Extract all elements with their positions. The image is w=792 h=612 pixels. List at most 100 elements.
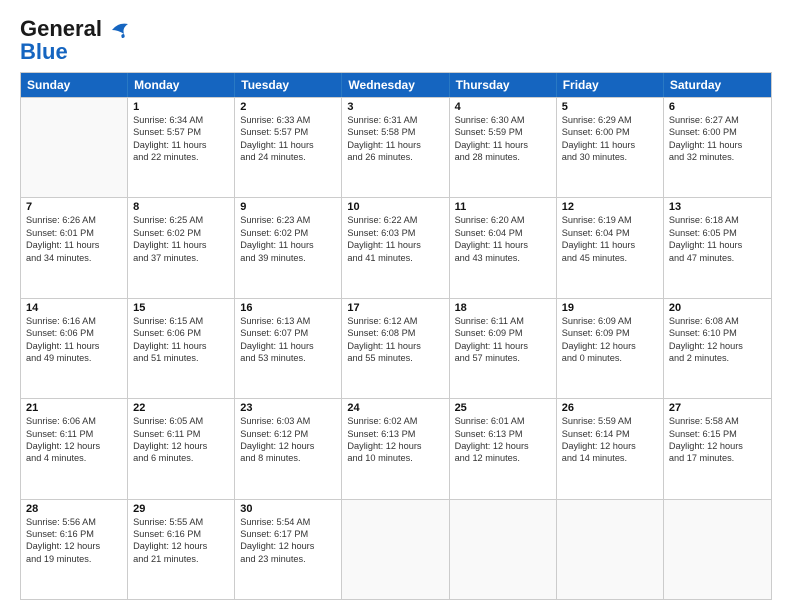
cell-info-line: Daylight: 11 hours: [133, 340, 229, 352]
cell-info-line: Sunrise: 6:12 AM: [347, 315, 443, 327]
cell-info-line: Sunset: 6:00 PM: [669, 126, 766, 138]
cell-info-line: Daylight: 11 hours: [240, 340, 336, 352]
cal-cell: 12Sunrise: 6:19 AMSunset: 6:04 PMDayligh…: [557, 198, 664, 297]
cell-info-line: and 32 minutes.: [669, 151, 766, 163]
cell-info-line: Sunrise: 6:19 AM: [562, 214, 658, 226]
cell-info-line: Daylight: 11 hours: [133, 239, 229, 251]
cell-info-line: and 10 minutes.: [347, 452, 443, 464]
cell-info-line: Daylight: 12 hours: [669, 440, 766, 452]
logo-bird-icon: [104, 20, 130, 40]
cell-info-line: Sunrise: 5:59 AM: [562, 415, 658, 427]
day-number: 25: [455, 402, 551, 414]
cal-cell: [450, 500, 557, 599]
cell-info-line: Sunrise: 5:54 AM: [240, 516, 336, 528]
cell-info-line: Sunrise: 6:08 AM: [669, 315, 766, 327]
cell-info-line: Sunrise: 6:22 AM: [347, 214, 443, 226]
logo-blue: Blue: [20, 39, 68, 64]
cell-info-line: Sunrise: 6:09 AM: [562, 315, 658, 327]
cell-info-line: and 45 minutes.: [562, 252, 658, 264]
day-number: 16: [240, 302, 336, 314]
cell-info-line: Sunset: 6:13 PM: [455, 428, 551, 440]
day-number: 4: [455, 101, 551, 113]
cell-info-line: and 43 minutes.: [455, 252, 551, 264]
cal-cell: 20Sunrise: 6:08 AMSunset: 6:10 PMDayligh…: [664, 299, 771, 398]
cell-info-line: Sunset: 6:04 PM: [562, 227, 658, 239]
cal-cell: 14Sunrise: 6:16 AMSunset: 6:06 PMDayligh…: [21, 299, 128, 398]
cell-info-line: Daylight: 11 hours: [562, 139, 658, 151]
cell-info-line: Sunrise: 6:20 AM: [455, 214, 551, 226]
cal-header-tuesday: Tuesday: [235, 73, 342, 97]
cell-info-line: and 26 minutes.: [347, 151, 443, 163]
cell-info-line: and 53 minutes.: [240, 352, 336, 364]
cal-header-saturday: Saturday: [664, 73, 771, 97]
cal-week-4: 21Sunrise: 6:06 AMSunset: 6:11 PMDayligh…: [21, 398, 771, 498]
day-number: 3: [347, 101, 443, 113]
day-number: 17: [347, 302, 443, 314]
cell-info-line: Sunrise: 6:18 AM: [669, 214, 766, 226]
cell-info-line: Sunrise: 6:11 AM: [455, 315, 551, 327]
cell-info-line: Sunrise: 5:55 AM: [133, 516, 229, 528]
cal-cell: 27Sunrise: 5:58 AMSunset: 6:15 PMDayligh…: [664, 399, 771, 498]
cell-info-line: Sunset: 6:06 PM: [133, 327, 229, 339]
cell-info-line: and 19 minutes.: [26, 553, 122, 565]
cal-week-5: 28Sunrise: 5:56 AMSunset: 6:16 PMDayligh…: [21, 499, 771, 599]
cell-info-line: Daylight: 11 hours: [347, 139, 443, 151]
cell-info-line: Sunset: 5:57 PM: [240, 126, 336, 138]
cell-info-line: Daylight: 12 hours: [26, 540, 122, 552]
cal-cell: [664, 500, 771, 599]
cell-info-line: Sunset: 6:00 PM: [562, 126, 658, 138]
cell-info-line: Sunset: 6:17 PM: [240, 528, 336, 540]
cell-info-line: Sunrise: 6:01 AM: [455, 415, 551, 427]
cell-info-line: Sunset: 6:07 PM: [240, 327, 336, 339]
cell-info-line: and 12 minutes.: [455, 452, 551, 464]
cell-info-line: Daylight: 11 hours: [240, 139, 336, 151]
cal-cell: [342, 500, 449, 599]
cell-info-line: Sunset: 5:57 PM: [133, 126, 229, 138]
day-number: 28: [26, 503, 122, 515]
day-number: 1: [133, 101, 229, 113]
cell-info-line: and 6 minutes.: [133, 452, 229, 464]
cell-info-line: Sunrise: 6:33 AM: [240, 114, 336, 126]
cell-info-line: and 49 minutes.: [26, 352, 122, 364]
cal-cell: 24Sunrise: 6:02 AMSunset: 6:13 PMDayligh…: [342, 399, 449, 498]
cell-info-line: Daylight: 11 hours: [669, 239, 766, 251]
cal-cell: 21Sunrise: 6:06 AMSunset: 6:11 PMDayligh…: [21, 399, 128, 498]
cell-info-line: and 8 minutes.: [240, 452, 336, 464]
cell-info-line: Sunrise: 5:58 AM: [669, 415, 766, 427]
day-number: 20: [669, 302, 766, 314]
cal-cell: 2Sunrise: 6:33 AMSunset: 5:57 PMDaylight…: [235, 98, 342, 197]
cell-info-line: Daylight: 12 hours: [669, 340, 766, 352]
day-number: 11: [455, 201, 551, 213]
cell-info-line: and 23 minutes.: [240, 553, 336, 565]
cell-info-line: Sunrise: 6:02 AM: [347, 415, 443, 427]
cal-cell: 19Sunrise: 6:09 AMSunset: 6:09 PMDayligh…: [557, 299, 664, 398]
day-number: 8: [133, 201, 229, 213]
cell-info-line: Daylight: 11 hours: [26, 340, 122, 352]
day-number: 5: [562, 101, 658, 113]
cell-info-line: Sunset: 6:12 PM: [240, 428, 336, 440]
cell-info-line: Daylight: 11 hours: [347, 340, 443, 352]
cal-week-1: 1Sunrise: 6:34 AMSunset: 5:57 PMDaylight…: [21, 97, 771, 197]
cell-info-line: and 28 minutes.: [455, 151, 551, 163]
cell-info-line: and 55 minutes.: [347, 352, 443, 364]
cell-info-line: Daylight: 12 hours: [562, 440, 658, 452]
cell-info-line: and 0 minutes.: [562, 352, 658, 364]
cal-cell: 1Sunrise: 6:34 AMSunset: 5:57 PMDaylight…: [128, 98, 235, 197]
cell-info-line: Daylight: 12 hours: [133, 440, 229, 452]
cell-info-line: Sunset: 6:03 PM: [347, 227, 443, 239]
logo-general: General: [20, 16, 102, 41]
cell-info-line: and 14 minutes.: [562, 452, 658, 464]
day-number: 14: [26, 302, 122, 314]
cal-cell: 11Sunrise: 6:20 AMSunset: 6:04 PMDayligh…: [450, 198, 557, 297]
cal-week-3: 14Sunrise: 6:16 AMSunset: 6:06 PMDayligh…: [21, 298, 771, 398]
cell-info-line: and 2 minutes.: [669, 352, 766, 364]
cell-info-line: Sunset: 6:02 PM: [133, 227, 229, 239]
cell-info-line: and 21 minutes.: [133, 553, 229, 565]
cell-info-line: Sunrise: 6:23 AM: [240, 214, 336, 226]
cal-cell: 13Sunrise: 6:18 AMSunset: 6:05 PMDayligh…: [664, 198, 771, 297]
cell-info-line: and 22 minutes.: [133, 151, 229, 163]
cell-info-line: Sunrise: 6:30 AM: [455, 114, 551, 126]
cell-info-line: Sunrise: 6:27 AM: [669, 114, 766, 126]
day-number: 22: [133, 402, 229, 414]
cell-info-line: Sunrise: 6:05 AM: [133, 415, 229, 427]
